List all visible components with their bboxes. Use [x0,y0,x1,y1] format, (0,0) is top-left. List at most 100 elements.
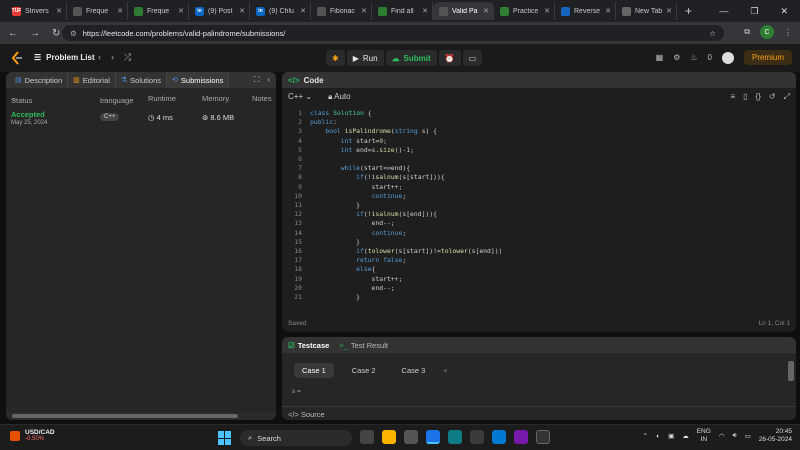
case-tab-2[interactable]: Case 2 [344,363,384,378]
scrollbar-thumb[interactable] [12,414,238,418]
battery-icon[interactable]: ▭ [745,432,751,440]
new-tab-icon[interactable]: + [685,4,692,18]
close-tab-icon[interactable]: ✕ [239,7,245,15]
camera-icon[interactable]: ▣ [668,432,674,440]
bookmark-star-icon[interactable]: ☆ [709,29,716,38]
taskbar-search[interactable]: ⌕ Search [240,430,352,446]
shuffle-icon[interactable]: ⤮ [124,52,131,63]
profile-avatar[interactable]: C [760,25,774,39]
case-tab-3[interactable]: Case 3 [394,363,434,378]
browser-tab[interactable]: Practice ✕ [494,2,555,20]
line-number: 2 [298,118,302,127]
task-view-icon[interactable] [360,430,374,444]
wifi-icon[interactable]: ◠ [719,432,725,440]
prev-problem-icon[interactable]: ‹ [98,52,101,63]
reset-code-icon[interactable]: ↺ [769,92,776,102]
reload-icon[interactable]: ↻ [52,28,60,39]
next-problem-icon[interactable]: › [111,52,114,63]
browser-tab[interactable]: in (9) Chlu ✕ [250,2,311,20]
tab-solutions[interactable]: ⚗ Solutions [116,72,168,88]
tab-submissions[interactable]: ⟲ Submissions [167,72,230,88]
close-tab-icon[interactable]: ✕ [483,7,489,15]
close-tab-icon[interactable]: ✕ [666,7,672,15]
browser-tab[interactable]: Fibonac ✕ [311,2,372,20]
language-indicator[interactable]: ENG IN [697,428,711,444]
browser-tab[interactable]: Valid Pa ✕ [433,2,494,20]
expand-panel-icon[interactable]: ⛶ [254,75,260,85]
browser-tab[interactable]: New Tab ✕ [616,2,677,20]
streak-fire-icon[interactable]: ♨ [690,53,697,62]
submit-button[interactable]: ☁ Submit [385,50,437,66]
run-button[interactable]: ▶ Run [346,50,384,66]
code-editor[interactable]: 1 class Solution {2 public: 3 bool isPalind… [282,109,796,309]
browser-tab[interactable]: Find all ✕ [372,2,433,20]
tray-app-icon[interactable]: ◐ [656,433,660,440]
timer-button[interactable]: ⏰ [438,50,461,66]
user-avatar[interactable] [721,51,734,64]
close-tab-icon[interactable]: ✕ [56,7,62,15]
extensions-icon[interactable]: ⧉ [744,27,750,37]
tab-test-result[interactable]: >_ Test Result [339,341,388,350]
debug-button[interactable]: ✱ [326,50,345,66]
status-column-header[interactable]: Status ⌄ [11,94,32,105]
case-tab-1[interactable]: Case 1 [294,363,334,378]
leetcode-logo[interactable] [10,51,24,65]
browser-tab[interactable]: in (9) Post ✕ [189,2,250,20]
layout-icon[interactable]: ▦ [656,53,664,62]
windows-start-icon[interactable] [218,431,232,445]
braces-icon[interactable]: {} [756,92,761,102]
submission-status[interactable]: Accepted [11,110,45,119]
source-toggle[interactable]: </> Source [282,406,796,420]
tab-description[interactable]: ▤ Description [10,72,69,88]
language-selector[interactable]: C++ ⌄ [288,92,312,102]
close-tab-icon[interactable]: ✕ [178,7,184,15]
close-tab-icon[interactable]: ✕ [300,7,306,15]
site-info-icon[interactable]: ⚙ [70,29,77,38]
browser-tab[interactable]: TUF Strivers ✕ [6,2,67,20]
close-tab-icon[interactable]: ✕ [605,7,611,15]
minimize-icon[interactable]: — [719,6,728,16]
close-window-icon[interactable]: ✕ [780,6,788,17]
file-explorer-icon[interactable] [382,430,396,444]
tab-editorial[interactable]: ▥ Editorial [68,72,116,88]
horizontal-scrollbar[interactable] [6,412,276,420]
premium-button[interactable]: Premium [743,50,792,65]
format-icon[interactable]: ≡ [730,92,735,102]
maximize-icon[interactable]: ❐ [750,6,758,17]
edge-icon[interactable] [448,430,462,444]
chrome-icon[interactable] [426,430,440,444]
browser-tab[interactable]: Reverse ✕ [555,2,616,20]
mail-icon[interactable] [492,430,506,444]
collapse-panel-icon[interactable]: ‹ [267,75,270,85]
problem-list-button[interactable]: ☰ Problem List [34,53,95,62]
browser-tab[interactable]: Freque ✕ [128,2,189,20]
tab-testcase[interactable]: ☑ Testcase [288,341,329,350]
browser-tab[interactable]: Freque ✕ [67,2,128,20]
forward-icon[interactable]: → [30,28,40,39]
browser-menu-icon[interactable]: ⋮ [784,28,792,37]
vertical-scrollbar[interactable] [788,361,794,381]
language-column-header[interactable]: Language ⌄ [100,94,133,105]
submission-row[interactable]: Accepted May 25, 2024 C++ ◷ 4 ms ⊛ 8.6 M… [6,110,276,132]
close-tab-icon[interactable]: ✕ [361,7,367,15]
tray-overflow-icon[interactable]: ⌃ [643,432,648,440]
volume-icon[interactable]: 🔊︎ [732,432,736,440]
url-bar[interactable]: ⚙ https://leetcode.com/problems/valid-pa… [62,25,724,41]
add-case-icon[interactable]: + [443,366,447,375]
close-tab-icon[interactable]: ✕ [422,7,428,15]
cmd-icon[interactable] [536,430,550,444]
back-icon[interactable]: ← [8,28,18,39]
close-tab-icon[interactable]: ✕ [117,7,123,15]
store-icon[interactable] [470,430,484,444]
stock-widget[interactable]: USD/CAD -0.50% [10,429,55,442]
onenote-icon[interactable] [514,430,528,444]
notes-button[interactable]: ▭ [462,50,483,66]
auto-mode-toggle[interactable]: 🔒︎ Auto [328,92,351,102]
fullscreen-icon[interactable]: ⤢ [784,92,790,102]
settings-gear-icon[interactable]: ⚙ [673,53,680,62]
terminal-app-icon[interactable] [404,430,418,444]
clock[interactable]: 20:45 26-05-2024 [759,428,792,444]
bookmark-icon[interactable]: ▯ [743,92,747,102]
onedrive-icon[interactable]: ☁ [682,432,689,440]
close-tab-icon[interactable]: ✕ [544,7,550,15]
